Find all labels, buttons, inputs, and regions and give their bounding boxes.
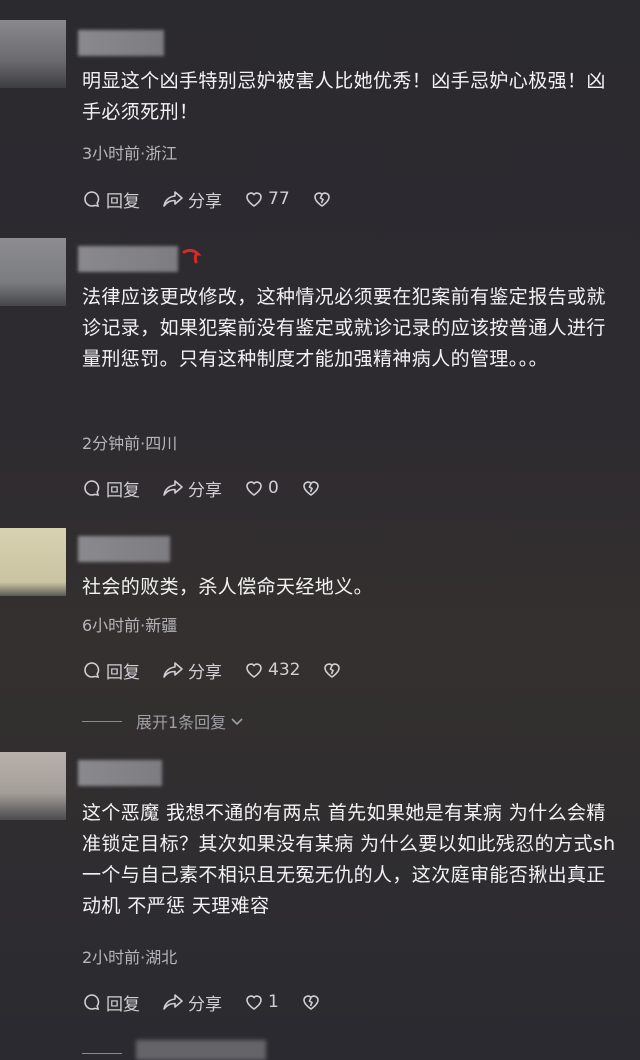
expand-replies-button[interactable]: 展开1条回复 <box>82 709 244 733</box>
chevron-down-icon <box>231 718 243 726</box>
username[interactable] <box>78 30 164 56</box>
reply-label: 回复 <box>106 662 140 683</box>
like-button[interactable]: 432 <box>244 660 300 680</box>
comment-actions: 回复 分享 432 <box>82 657 368 683</box>
username[interactable] <box>136 1040 266 1060</box>
reply-button[interactable]: 回复 <box>82 187 140 212</box>
reply-label: 回复 <box>106 191 140 212</box>
expand-label: 展开1条回复 <box>136 713 227 732</box>
username[interactable] <box>78 760 162 786</box>
share-button[interactable]: 分享 <box>162 187 222 212</box>
like-count: 0 <box>268 478 279 498</box>
username[interactable] <box>78 536 170 562</box>
share-icon <box>163 480 183 496</box>
broken-heart-icon <box>303 481 319 496</box>
share-icon <box>163 994 183 1010</box>
avatar[interactable] <box>0 20 66 88</box>
divider <box>82 720 122 722</box>
comment-text: 这个恶魔 我想不通的有两点 首先如果她是有某病 为什么会精准锁定目标？其次如果没… <box>82 802 616 917</box>
badge-icon <box>182 248 202 264</box>
broken-heart-icon <box>303 995 319 1010</box>
heart-icon <box>246 663 262 678</box>
like-button[interactable]: 77 <box>244 189 290 209</box>
comment-meta: 2分钟前·四川 <box>82 434 178 453</box>
reply-button[interactable]: 回复 <box>82 658 140 683</box>
comment-meta: 3小时前·浙江 <box>82 144 178 163</box>
avatar[interactable] <box>0 238 66 306</box>
comment-actions: 回复 分享 1 <box>82 989 347 1015</box>
like-count: 432 <box>268 660 301 680</box>
avatar[interactable] <box>0 752 66 820</box>
like-count: 77 <box>268 189 290 209</box>
reply-icon <box>84 191 100 208</box>
divider <box>82 1053 122 1054</box>
reply-icon <box>84 994 100 1011</box>
share-label: 分享 <box>188 994 222 1015</box>
like-button[interactable]: 0 <box>244 478 279 498</box>
heart-icon <box>246 481 262 496</box>
share-label: 分享 <box>188 191 222 212</box>
reply-button[interactable]: 回复 <box>82 990 140 1015</box>
comment-meta: 6小时前·新疆 <box>82 616 178 635</box>
dislike-button[interactable] <box>322 660 346 680</box>
heart-icon <box>246 192 262 207</box>
share-icon <box>163 191 183 207</box>
heart-icon <box>246 995 262 1010</box>
dislike-button[interactable] <box>301 478 325 498</box>
share-button[interactable]: 分享 <box>162 476 222 501</box>
share-icon <box>163 662 183 678</box>
dislike-button[interactable] <box>312 189 336 209</box>
comment-text: 明显这个凶手特别忌妒被害人比她优秀！凶手忌妒心极强！凶手必须死刑！ <box>82 70 606 123</box>
share-button[interactable]: 分享 <box>162 658 222 683</box>
comment-text: 社会的败类，杀人偿命天经地义。 <box>82 576 374 598</box>
reply-button[interactable]: 回复 <box>82 476 140 501</box>
like-count: 1 <box>268 992 279 1012</box>
comment-text: 法律应该更改修改，这种情况必须要在犯案前有鉴定报告或就诊记录，如果犯案前没有鉴定… <box>82 286 606 370</box>
comment-actions: 回复 分享 77 <box>82 186 358 212</box>
share-button[interactable]: 分享 <box>162 990 222 1015</box>
broken-heart-icon <box>324 663 341 678</box>
username[interactable] <box>78 246 178 272</box>
share-label: 分享 <box>188 662 222 683</box>
reply-icon <box>84 480 100 497</box>
avatar[interactable] <box>0 528 66 596</box>
comment-meta: 2小时前·湖北 <box>82 948 178 967</box>
reply-label: 回复 <box>106 480 140 501</box>
reply-label: 回复 <box>106 994 140 1015</box>
share-label: 分享 <box>188 480 222 501</box>
reply-icon <box>84 662 100 679</box>
like-button[interactable]: 1 <box>244 992 279 1012</box>
comment-actions: 回复 分享 0 <box>82 475 347 501</box>
dislike-button[interactable] <box>301 992 325 1012</box>
broken-heart-icon <box>313 192 330 207</box>
